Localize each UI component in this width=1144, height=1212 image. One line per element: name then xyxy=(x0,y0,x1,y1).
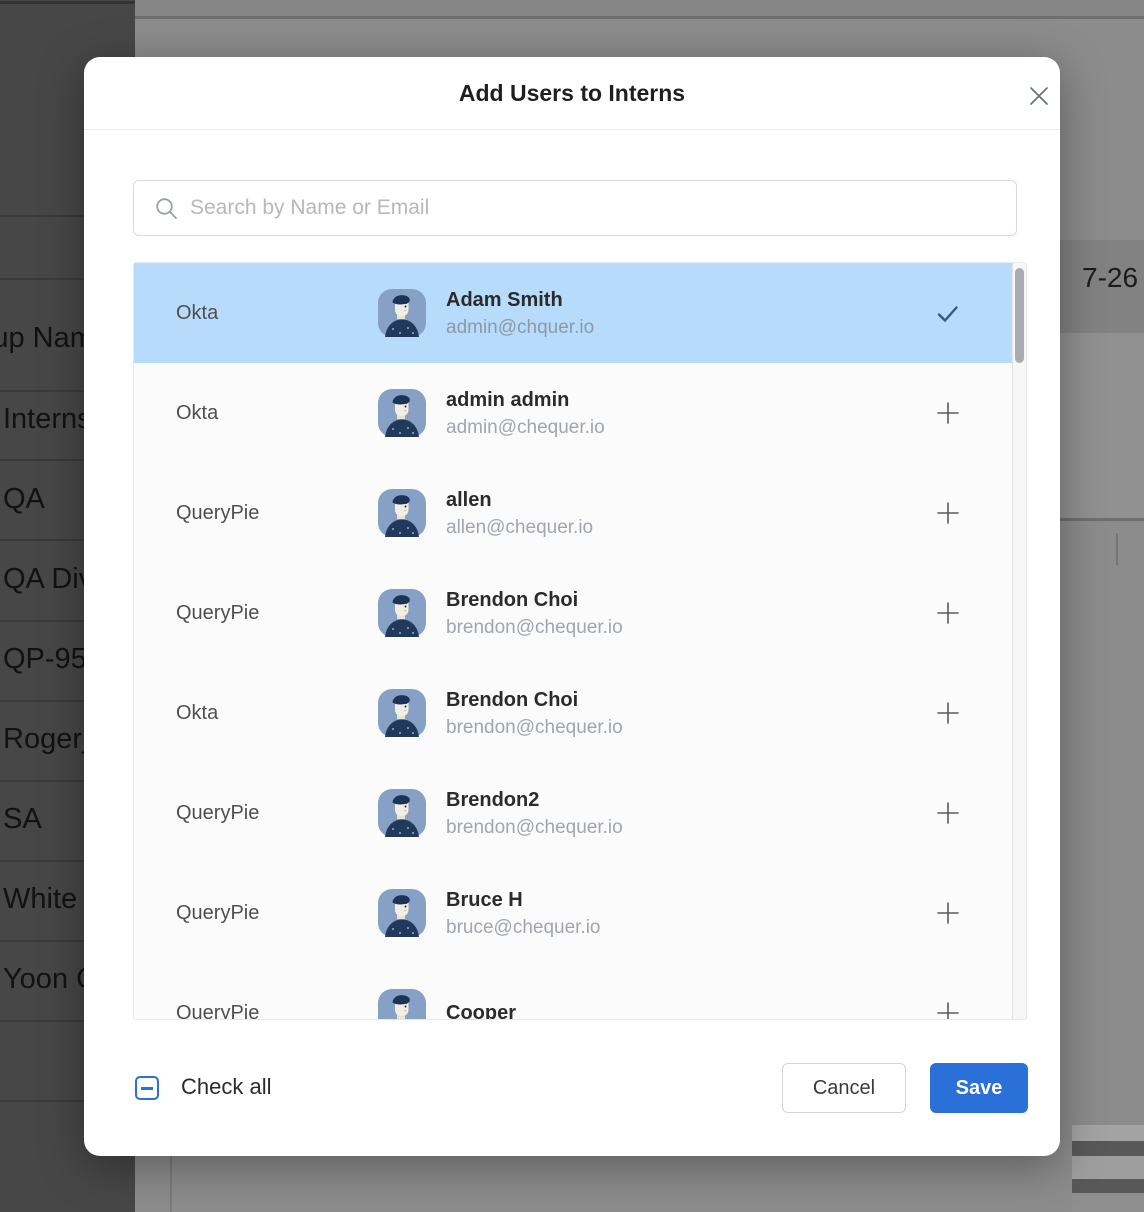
cancel-button[interactable]: Cancel xyxy=(782,1063,906,1113)
user-row[interactable]: QueryPie Cooper xyxy=(134,963,1012,1020)
user-name: Adam Smith xyxy=(446,286,934,314)
scrollbar-thumb[interactable] xyxy=(1015,268,1024,363)
screen: Group Name InternsQAQA DivQP-95Roger_SAW… xyxy=(0,0,1144,1212)
scrollbar-track[interactable] xyxy=(1012,263,1026,1019)
user-rows: Okta Adam Smith admin@chquer.io xyxy=(134,263,1012,1020)
add-user-icon xyxy=(936,1001,960,1020)
close-button[interactable] xyxy=(1017,74,1061,118)
row-action[interactable] xyxy=(934,1000,961,1021)
check-all-label: Check all xyxy=(181,1074,271,1100)
row-action[interactable] xyxy=(934,600,961,627)
add-user-icon xyxy=(936,601,960,625)
background-stripe xyxy=(1072,1179,1144,1193)
user-avatar xyxy=(378,989,426,1020)
user-row[interactable]: QueryPie Brendon Choi brendon@chequer.io xyxy=(134,563,1012,663)
user-avatar xyxy=(378,689,426,737)
user-source-label: Okta xyxy=(176,302,378,325)
user-email: admin@chequer.io xyxy=(446,414,934,441)
user-identity: Brendon Choi brendon@chequer.io xyxy=(446,586,934,641)
search-input[interactable] xyxy=(188,195,1004,221)
close-icon xyxy=(1028,85,1050,107)
row-action[interactable] xyxy=(934,300,961,327)
user-identity: Adam Smith admin@chquer.io xyxy=(446,286,934,341)
search-box xyxy=(133,180,1017,236)
divider xyxy=(170,1156,172,1212)
user-identity: Bruce H bruce@chequer.io xyxy=(446,886,934,941)
background-stripe xyxy=(1072,1193,1144,1212)
user-name: Brendon Choi xyxy=(446,586,934,614)
user-email: admin@chquer.io xyxy=(446,314,934,341)
user-row[interactable]: Okta admin admin admin@chequer.io xyxy=(134,363,1012,463)
column-divider xyxy=(1116,533,1118,565)
background-divider xyxy=(135,16,1144,19)
user-name: Brendon Choi xyxy=(446,686,934,714)
user-name: allen xyxy=(446,486,934,514)
dialog-header: Add Users to Interns xyxy=(84,57,1060,130)
divider xyxy=(0,1,135,4)
add-user-icon xyxy=(936,901,960,925)
user-name: Bruce H xyxy=(446,886,934,914)
user-source-label: QueryPie xyxy=(176,502,378,525)
background-stripe xyxy=(1072,1125,1144,1141)
user-identity: Brendon Choi brendon@chequer.io xyxy=(446,686,934,741)
background-table-row-light xyxy=(1060,333,1144,518)
add-user-icon xyxy=(936,501,960,525)
user-row[interactable]: Okta Brendon Choi brendon@chequer.io xyxy=(134,663,1012,763)
user-source-label: QueryPie xyxy=(176,802,378,825)
add-user-icon xyxy=(936,401,960,425)
user-source-label: Okta xyxy=(176,402,378,425)
user-row[interactable]: QueryPie allen allen@chequer.io xyxy=(134,463,1012,563)
user-avatar xyxy=(378,789,426,837)
user-email: brendon@chequer.io xyxy=(446,714,934,741)
user-name: Cooper xyxy=(446,999,934,1020)
check-all-checkbox[interactable] xyxy=(135,1076,159,1100)
user-avatar xyxy=(378,889,426,937)
user-source-label: QueryPie xyxy=(176,902,378,925)
user-list: Okta Adam Smith admin@chquer.io xyxy=(133,262,1027,1020)
background-toolbar xyxy=(135,0,1144,16)
user-source-label: QueryPie xyxy=(176,602,378,625)
add-user-icon xyxy=(936,701,960,725)
user-row[interactable]: QueryPie Bruce H bruce@chequer.io xyxy=(134,863,1012,963)
user-source-label: QueryPie xyxy=(176,1002,378,1021)
row-action[interactable] xyxy=(934,500,961,527)
dialog-footer: Check all Cancel Save xyxy=(84,1063,1060,1113)
user-identity: Cooper xyxy=(446,999,934,1020)
row-action[interactable] xyxy=(934,700,961,727)
user-identity: Brendon2 brendon@chequer.io xyxy=(446,786,934,841)
user-email: allen@chequer.io xyxy=(446,514,934,541)
user-row[interactable]: Okta Adam Smith admin@chquer.io xyxy=(134,263,1012,363)
row-action[interactable] xyxy=(934,400,961,427)
add-users-dialog: Add Users to Interns Okta xyxy=(84,57,1060,1156)
user-source-label: Okta xyxy=(176,702,378,725)
row-action[interactable] xyxy=(934,900,961,927)
indeterminate-mark-icon xyxy=(141,1087,153,1090)
user-name: admin admin xyxy=(446,386,934,414)
user-row[interactable]: QueryPie Brendon2 brendon@chequer.io xyxy=(134,763,1012,863)
user-name: Brendon2 xyxy=(446,786,934,814)
save-button[interactable]: Save xyxy=(930,1063,1028,1113)
search-icon xyxy=(155,197,178,220)
background-stripe xyxy=(1072,1156,1144,1179)
user-identity: admin admin admin@chequer.io xyxy=(446,386,934,441)
user-avatar xyxy=(378,589,426,637)
user-email: bruce@chequer.io xyxy=(446,914,934,941)
checkmark-icon xyxy=(934,300,961,327)
user-avatar xyxy=(378,389,426,437)
user-avatar xyxy=(378,489,426,537)
background-stripe xyxy=(1072,1141,1144,1156)
row-action[interactable] xyxy=(934,800,961,827)
user-identity: allen allen@chequer.io xyxy=(446,486,934,541)
user-avatar xyxy=(378,289,426,337)
user-email: brendon@chequer.io xyxy=(446,614,934,641)
divider xyxy=(1060,518,1144,521)
dialog-title: Add Users to Interns xyxy=(84,57,1060,129)
background-date-fragment: 7-26 xyxy=(1082,262,1138,294)
user-email: brendon@chequer.io xyxy=(446,814,934,841)
add-user-icon xyxy=(936,801,960,825)
